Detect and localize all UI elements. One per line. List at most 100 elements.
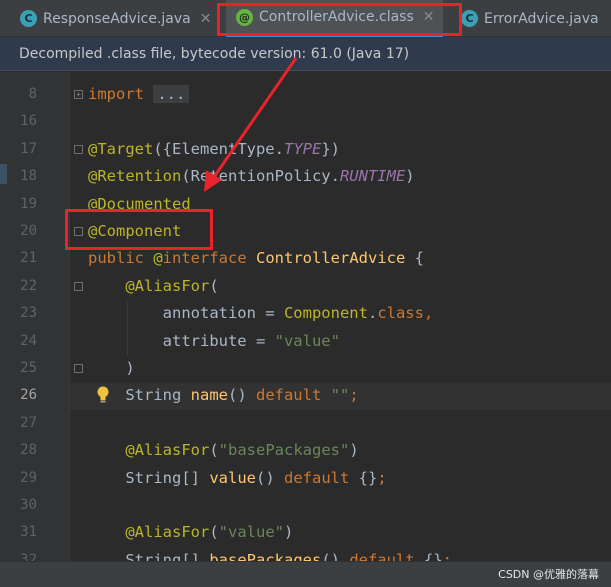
lightbulb-icon[interactable] (97, 386, 109, 404)
strip-marker (0, 164, 7, 184)
fold-marker-icon[interactable] (74, 227, 83, 236)
line-number: 24 (20, 332, 37, 349)
editor-tab-bar: C ResponseAdvice.java ✕ @ ControllerAdvi… (0, 0, 611, 37)
fold-marker-icon[interactable] (74, 364, 83, 373)
annotation-icon: @ (236, 8, 253, 26)
line-number: 29 (20, 469, 37, 486)
code-line: String[] value() default {}; (88, 465, 387, 492)
code-token: () (227, 386, 256, 405)
code-token: @Component (88, 222, 182, 240)
line-number: 26 (20, 387, 37, 404)
code-token: ({ElementType. (153, 139, 284, 158)
line-number: 17 (20, 140, 37, 157)
line-number: 8 (28, 86, 37, 102)
code-token: value (209, 468, 256, 487)
code-token: @ (153, 249, 163, 268)
close-icon[interactable]: ✕ (200, 11, 212, 27)
code-token: "value" (218, 523, 284, 542)
code-token: annotation = (88, 304, 284, 323)
class-icon: C (461, 10, 478, 27)
line-number: 21 (20, 250, 37, 267)
code-token: ... (153, 85, 190, 103)
code-token: attribute = (88, 331, 275, 350)
code-line: annotation = Component.class, (88, 300, 434, 327)
tab-label: ResponseAdvice.java (43, 10, 191, 27)
code-token: default (284, 468, 359, 487)
code-token: ) (349, 441, 359, 460)
code-token: ; (349, 386, 359, 405)
code-token: ) (405, 167, 415, 186)
line-number: 18 (20, 168, 37, 185)
line-number: 19 (20, 195, 37, 212)
code-token: String[] (88, 468, 210, 487)
code-token: ( (209, 523, 219, 542)
tab-error-advice[interactable]: C ErrorAdvice.java (461, 0, 599, 37)
code-token: . (367, 304, 378, 323)
fold-marker-icon[interactable] (74, 144, 83, 154)
code-token: public (88, 249, 154, 268)
code-line: ) (88, 355, 135, 382)
code-line: @Component (88, 218, 181, 245)
code-token: @Documented (88, 194, 191, 213)
code-token: }) (321, 139, 340, 158)
code-token: name (190, 386, 228, 405)
code-token: "" (330, 386, 350, 405)
line-number: 22 (20, 277, 37, 294)
code-line: import ... (88, 81, 190, 108)
code-token: @AliasFor (125, 441, 210, 460)
code-token: ( (209, 441, 219, 460)
tab-controller-advice[interactable]: @ ControllerAdvice.class ✕ (226, 0, 443, 37)
code-token: @Target (88, 139, 154, 158)
code-line: @AliasFor("value") (88, 519, 293, 546)
code-token: "basePackages" (218, 441, 350, 460)
tab-label: ErrorAdvice.java (484, 10, 599, 27)
code-token: import (88, 85, 154, 103)
line-number: 27 (20, 414, 37, 431)
code-line: String name() default ""; (88, 382, 359, 409)
code-token: TYPE (283, 139, 322, 158)
code-token: () (256, 468, 284, 487)
code-token: , (423, 304, 434, 323)
code-token: Component (283, 304, 368, 323)
close-icon[interactable]: ✕ (423, 9, 435, 25)
code-token: class (377, 304, 424, 323)
code-line: @Retention(RetentionPolicy.RUNTIME) (88, 163, 415, 190)
code-line: public @interface ControllerAdvice { (88, 245, 424, 272)
code-token: ) (284, 523, 294, 542)
code-token: (RetentionPolicy. (181, 167, 340, 186)
fold-marker-icon[interactable] (74, 281, 83, 291)
line-number: 20 (20, 223, 37, 239)
code-token: interface (162, 249, 256, 268)
code-token: @AliasFor (125, 523, 210, 542)
line-number-gutter: 8 16 17 18 19 20 21 22 23 24 25 26 27 28 29 30 31 32 (7, 72, 70, 587)
line-number: 28 (20, 442, 37, 459)
code-token: ControllerAdvice (256, 249, 406, 268)
code-token: @Retention (88, 167, 182, 186)
code-token: { (405, 249, 424, 268)
line-number: 25 (20, 360, 37, 376)
code-token: "value" (274, 331, 340, 350)
code-token: default (255, 386, 331, 405)
code-line: @Target({ElementType.TYPE}) (88, 136, 340, 163)
code-token: ; (377, 468, 387, 487)
code-token: ) (88, 359, 135, 377)
code-token: ( (209, 276, 219, 295)
code-line: @AliasFor("basePackages") (88, 437, 359, 464)
code-line: attribute = "value" (88, 328, 340, 355)
line-number: 23 (20, 305, 37, 322)
line-number: 31 (20, 524, 37, 541)
code-token: @AliasFor (125, 276, 210, 295)
tab-label: ControllerAdvice.class (259, 9, 414, 25)
code-line: @AliasFor( (88, 273, 219, 300)
line-number: 16 (20, 113, 37, 130)
class-icon: C (20, 10, 37, 27)
banner-text: Decompiled .class file, bytecode version… (19, 45, 410, 62)
code-token: RUNTIME (339, 167, 406, 186)
decompiled-banner: Decompiled .class file, bytecode version… (0, 37, 611, 71)
tab-response-advice[interactable]: C ResponseAdvice.java ✕ (20, 0, 211, 37)
line-number: 30 (20, 497, 37, 513)
fold-marker-icon[interactable]: + (74, 90, 83, 99)
